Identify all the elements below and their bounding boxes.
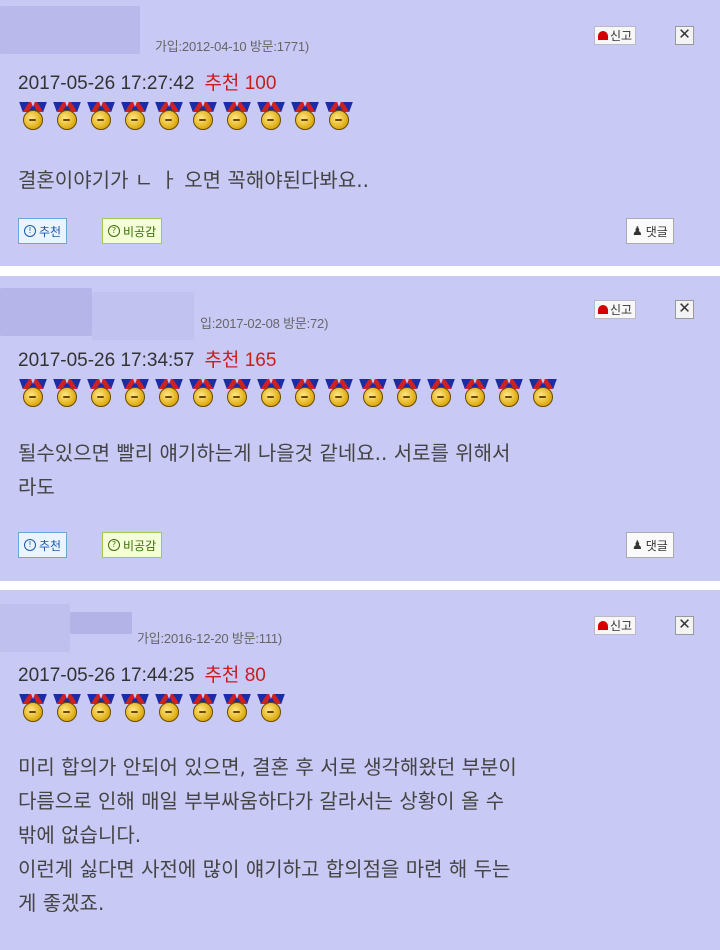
comment-datetime: 2017-05-26 17:34:57 xyxy=(18,350,195,371)
medal-icon xyxy=(18,694,48,724)
medal-icon xyxy=(52,102,82,132)
medal-icon xyxy=(18,379,48,409)
medal-row xyxy=(18,694,286,724)
medal-icon xyxy=(86,102,116,132)
medal-icon xyxy=(256,102,286,132)
medal-icon xyxy=(18,102,48,132)
medal-icon xyxy=(154,379,184,409)
comment-meta: 2017-05-26 17:44:25 추천 80 xyxy=(18,660,266,687)
siren-icon xyxy=(598,305,608,314)
thumbs-up-icon: ! xyxy=(24,539,36,551)
close-button[interactable]: ✕ xyxy=(675,26,694,45)
blurred-avatar xyxy=(0,288,92,336)
siren-icon xyxy=(598,621,608,630)
medal-icon xyxy=(86,379,116,409)
rec-label: 추천 100 xyxy=(204,73,277,94)
siren-icon xyxy=(598,31,608,40)
rec-count: 80 xyxy=(244,665,266,686)
medal-icon xyxy=(392,379,422,409)
medal-icon xyxy=(528,379,558,409)
thumbs-up-icon: ! xyxy=(24,225,36,237)
comment-datetime: 2017-05-26 17:27:42 xyxy=(18,73,195,94)
comment-body: 미리 합의가 안되어 있으면, 결혼 후 서로 생각해왔던 부분이 다름으로 인… xyxy=(18,755,517,915)
report-button[interactable]: 신고 xyxy=(594,26,637,45)
medal-icon xyxy=(426,379,456,409)
comment-1: 가입:2012-04-10 방문:1771) 신고 ✕ 2017-05-26 1… xyxy=(0,0,720,266)
disagree-button[interactable]: ? 비공감 xyxy=(102,218,163,244)
question-icon: ? xyxy=(108,539,120,551)
blurred-avatar xyxy=(70,612,132,634)
medal-icon xyxy=(52,694,82,724)
rec-label: 추천 80 xyxy=(204,665,266,686)
medal-icon xyxy=(290,379,320,409)
close-button[interactable]: ✕ xyxy=(675,300,694,319)
medal-icon xyxy=(154,694,184,724)
medal-icon xyxy=(154,102,184,132)
rec-count: 165 xyxy=(244,350,277,371)
medal-icon xyxy=(494,379,524,409)
join-info: 입:2017-02-08 방문:72) xyxy=(200,316,329,331)
report-button[interactable]: 신고 xyxy=(594,300,637,319)
disagree-button[interactable]: ? 비공감 xyxy=(102,532,163,558)
medal-row xyxy=(18,379,558,409)
medal-icon xyxy=(222,379,252,409)
medal-icon xyxy=(324,379,354,409)
comment-meta: 2017-05-26 17:34:57 추천 165 xyxy=(18,345,276,372)
comment-datetime: 2017-05-26 17:44:25 xyxy=(18,665,195,686)
medal-icon xyxy=(256,379,286,409)
medal-icon xyxy=(52,379,82,409)
medal-icon xyxy=(188,694,218,724)
medal-row xyxy=(18,102,354,132)
blurred-avatar xyxy=(0,6,140,54)
question-icon: ? xyxy=(108,225,120,237)
join-info: 가입:2012-04-10 방문:1771) xyxy=(155,39,310,54)
blurred-avatar xyxy=(0,604,70,652)
medal-icon xyxy=(188,102,218,132)
medal-icon xyxy=(120,379,150,409)
comment-3: 가입:2016-12-20 방문:111) 신고 ✕ 2017-05-26 17… xyxy=(0,590,720,950)
reply-button[interactable]: ♟ 댓글 xyxy=(626,218,674,244)
blurred-avatar xyxy=(92,292,194,340)
medal-icon xyxy=(222,102,252,132)
reply-button[interactable]: ♟ 댓글 xyxy=(626,532,674,558)
medal-icon xyxy=(120,694,150,724)
recommend-button[interactable]: ! 추천 xyxy=(18,532,68,558)
medal-icon xyxy=(324,102,354,132)
join-info: 가입:2016-12-20 방문:111) xyxy=(137,631,283,646)
comment-2: 입:2017-02-08 방문:72) 신고 ✕ 2017-05-26 17:3… xyxy=(0,276,720,581)
medal-icon xyxy=(460,379,490,409)
comment-body: 될수있으면 빨리 얘기하는게 나을것 같네요.. 서로를 위해서 라도 xyxy=(18,441,511,499)
close-button[interactable]: ✕ xyxy=(675,616,694,635)
medal-icon xyxy=(358,379,388,409)
medal-icon xyxy=(86,694,116,724)
rec-count: 100 xyxy=(244,73,277,94)
medal-icon xyxy=(188,379,218,409)
medal-icon xyxy=(290,102,320,132)
medal-icon xyxy=(256,694,286,724)
reply-icon: ♟ xyxy=(632,224,643,238)
comment-meta: 2017-05-26 17:27:42 추천 100 xyxy=(18,68,276,95)
comment-body: 결혼이야기가 ㄴ ㅏ 오면 꼭해야된다봐요.. xyxy=(18,168,369,192)
medal-icon xyxy=(120,102,150,132)
medal-icon xyxy=(222,694,252,724)
report-button[interactable]: 신고 xyxy=(594,616,637,635)
recommend-button[interactable]: ! 추천 xyxy=(18,218,68,244)
rec-label: 추천 165 xyxy=(204,350,277,371)
reply-icon: ♟ xyxy=(632,538,643,552)
